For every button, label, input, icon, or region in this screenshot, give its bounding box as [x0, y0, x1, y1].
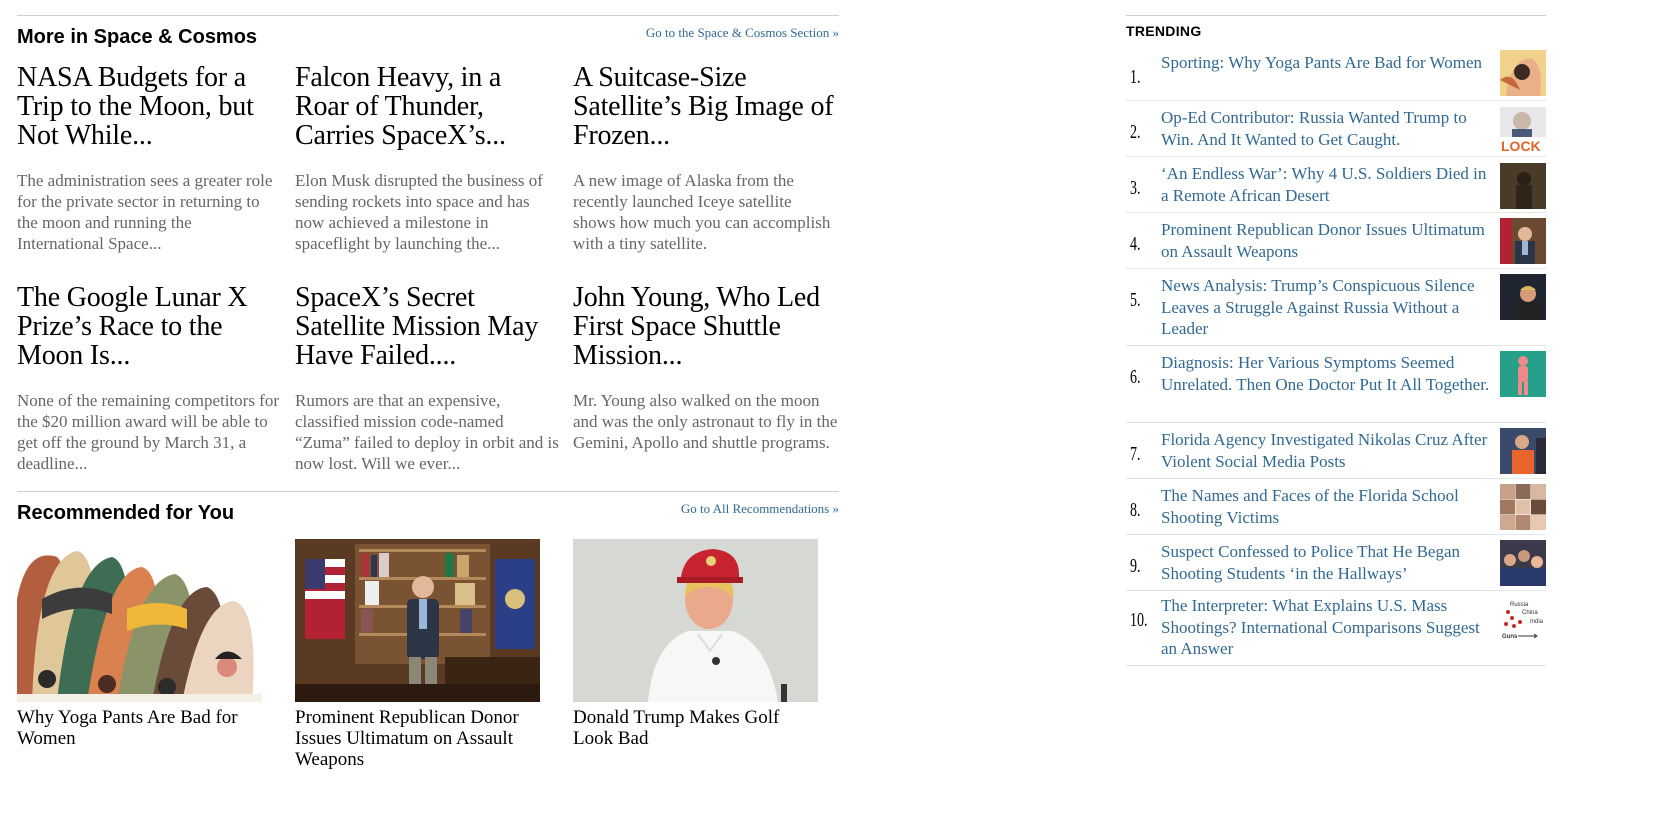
trending-item: 7. Florida Agency Investigated Nikolas C… [1126, 423, 1546, 479]
trending-item: 1. Sporting: Why Yoga Pants Are Bad for … [1126, 46, 1546, 101]
trending-link[interactable]: ‘An Endless War’: Why 4 U.S. Soldiers Di… [1161, 163, 1496, 206]
story-card: NASA Budgets for a Trip to the Moon, but… [17, 63, 282, 253]
recommendation-title[interactable]: Prominent Republican Donor Issues Ultima… [295, 707, 540, 770]
story-headline[interactable]: A Suitcase-Size Satellite’s Big Image of… [573, 63, 838, 150]
trending-item: 2. Op-Ed Contributor: Russia Wanted Trum… [1126, 101, 1546, 157]
story-card: John Young, Who Led First Space Shuttle … [573, 283, 838, 452]
chart-thumb[interactable]: Russia China India Guns [1500, 596, 1546, 642]
story-card: A Suitcase-Size Satellite’s Big Image of… [573, 63, 838, 253]
story-card: Falcon Heavy, in a Roar of Thunder, Carr… [295, 63, 560, 253]
trending-rank: 8. [1130, 499, 1141, 521]
yoga-illustration[interactable] [17, 539, 262, 702]
trending-title: TRENDING [1126, 23, 1202, 39]
trending-link[interactable]: Suspect Confessed to Police That He Bega… [1161, 541, 1496, 584]
donor-in-office-photo[interactable] [295, 539, 540, 702]
trump-golf-photo[interactable] [573, 539, 818, 702]
story-headline[interactable]: The Google Lunar X Prize’s Race to the M… [17, 283, 282, 370]
trending-rank: 2. [1130, 121, 1141, 143]
trending-link[interactable]: The Names and Faces of the Florida Schoo… [1161, 485, 1496, 528]
recommendation-card: Donald Trump Makes Golf Look Bad [573, 539, 818, 749]
suspect-thumb[interactable] [1500, 428, 1546, 474]
trending-item: 5. News Analysis: Trump’s Conspicuous Si… [1126, 269, 1546, 346]
trending-rank: 1. [1130, 66, 1141, 88]
story-summary: A new image of Alaska from the recently … [573, 171, 831, 253]
trending-rank: 7. [1130, 443, 1141, 465]
soldier-thumb[interactable] [1500, 163, 1546, 209]
body-illustration-thumb[interactable] [1500, 351, 1546, 397]
space-section-title: More in Space & Cosmos [17, 26, 258, 48]
trending-link[interactable]: Op-Ed Contributor: Russia Wanted Trump t… [1161, 107, 1496, 150]
donor-thumb[interactable] [1500, 218, 1546, 264]
chart-thumb-label: India [1530, 619, 1544, 625]
chart-thumb-label: China [1522, 610, 1538, 616]
story-card: SpaceX’s Secret Satellite Mission May Ha… [295, 283, 560, 473]
chart-thumb-label: Guns [1502, 634, 1518, 640]
trending-link[interactable]: News Analysis: Trump’s Conspicuous Silen… [1161, 275, 1496, 340]
story-summary: Elon Musk disrupted the business of send… [295, 171, 543, 253]
story-headline[interactable]: Falcon Heavy, in a Roar of Thunder, Carr… [295, 63, 560, 150]
lock-sign-text: LOCK [1501, 138, 1541, 153]
section-divider [17, 491, 839, 492]
trump-thumb[interactable] [1500, 274, 1546, 320]
recommendation-title[interactable]: Why Yoga Pants Are Bad for Women [17, 707, 262, 749]
story-headline[interactable]: SpaceX’s Secret Satellite Mission May Ha… [295, 283, 560, 370]
crowd-thumb[interactable] [1500, 540, 1546, 586]
trending-rank: 10. [1130, 609, 1148, 631]
story-summary: Rumors are that an expensive, classified… [295, 391, 559, 473]
story-headline[interactable]: John Young, Who Led First Space Shuttle … [573, 283, 838, 370]
recommendation-card: Prominent Republican Donor Issues Ultima… [295, 539, 540, 770]
trending-rank: 9. [1130, 555, 1141, 577]
trending-link[interactable]: Prominent Republican Donor Issues Ultima… [1161, 219, 1496, 262]
trending-link[interactable]: Florida Agency Investigated Nikolas Cruz… [1161, 429, 1496, 472]
trending-link[interactable]: Diagnosis: Her Various Symptoms Seemed U… [1161, 352, 1496, 395]
trending-rank: 5. [1130, 289, 1141, 311]
trending-item: 10. The Interpreter: What Explains U.S. … [1126, 591, 1546, 666]
story-summary: The administration sees a greater role f… [17, 171, 273, 253]
space-section-link[interactable]: Go to the Space & Cosmos Section » [646, 25, 839, 41]
yoga-thumb[interactable] [1500, 50, 1546, 96]
trending-item: 4. Prominent Republican Donor Issues Ult… [1126, 213, 1546, 269]
trending-rank: 4. [1130, 233, 1141, 255]
trending-rank: 3. [1130, 177, 1141, 199]
lock-sign-thumb[interactable]: LOCK [1500, 107, 1546, 153]
recommendation-title[interactable]: Donald Trump Makes Golf Look Bad [573, 707, 818, 749]
trending-link[interactable]: Sporting: Why Yoga Pants Are Bad for Wom… [1161, 52, 1496, 74]
story-headline[interactable]: NASA Budgets for a Trip to the Moon, but… [17, 63, 282, 150]
trending-item: 3. ‘An Endless War’: Why 4 U.S. Soldiers… [1126, 157, 1546, 213]
trending-rank: 6. [1130, 366, 1141, 388]
trending-divider [1126, 15, 1546, 16]
victims-grid-thumb[interactable] [1500, 484, 1546, 530]
recommended-section-title: Recommended for You [17, 502, 235, 524]
trending-item: 9. Suspect Confessed to Police That He B… [1126, 535, 1546, 591]
trending-link[interactable]: The Interpreter: What Explains U.S. Mass… [1161, 595, 1496, 660]
story-summary: None of the remaining competitors for th… [17, 391, 280, 473]
story-summary: Mr. Young also walked on the moon and wa… [573, 391, 838, 452]
story-card: The Google Lunar X Prize’s Race to the M… [17, 283, 282, 473]
recommendation-card: Why Yoga Pants Are Bad for Women [17, 539, 262, 749]
section-divider [17, 15, 839, 16]
recommendations-link[interactable]: Go to All Recommendations » [681, 501, 839, 517]
trending-item: 6. Diagnosis: Her Various Symptoms Seeme… [1126, 346, 1546, 423]
chart-thumb-label: Russia [1510, 602, 1529, 608]
trending-item: 8. The Names and Faces of the Florida Sc… [1126, 479, 1546, 535]
